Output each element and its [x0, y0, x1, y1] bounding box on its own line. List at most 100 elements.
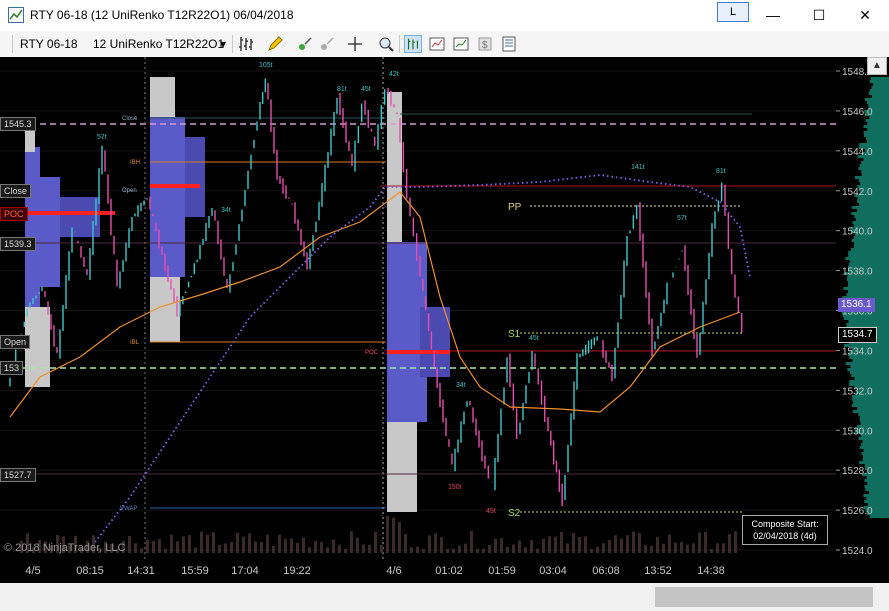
axis-profile-bar	[867, 482, 889, 485]
axis-profile-bar	[854, 377, 889, 380]
volume-bar	[734, 531, 737, 553]
time-label: 06:08	[592, 565, 620, 577]
volume-bar	[440, 537, 443, 553]
axis-profile-bar	[854, 176, 889, 179]
volume-bar	[518, 540, 521, 553]
volume-bar	[314, 540, 317, 553]
instrument-selector[interactable]: RTY 06-18	[20, 35, 78, 53]
minimize-button[interactable]: —	[750, 0, 796, 31]
volume-bar	[596, 546, 599, 553]
maximize-button[interactable]: ☐	[796, 0, 842, 31]
chart-trader-icon[interactable]	[428, 35, 446, 53]
bar-type-dropdown-icon[interactable]: ▾	[220, 35, 226, 53]
window-title: RTY 06-18 (12 UniRenko T12R22O1) 06/04/2…	[30, 8, 294, 22]
axis-profile-bar	[849, 380, 889, 383]
data-box-icon[interactable]	[404, 35, 422, 53]
add-indicator-icon[interactable]	[296, 35, 314, 53]
chart-toolbar: RTY 06-18 12 UniRenko T12R22O1 ▾ $	[0, 31, 889, 58]
tick-count-label: 81t	[337, 86, 347, 93]
volume-bar	[698, 532, 701, 553]
axis-profile-bar	[855, 218, 889, 221]
s2-label: S2	[508, 508, 521, 519]
volume-bar	[338, 544, 341, 553]
axis-profile-bar	[860, 182, 889, 185]
axis-profile-bar	[847, 368, 889, 371]
strategy-icon[interactable]	[318, 35, 336, 53]
zoom-icon[interactable]	[377, 35, 395, 53]
axis-profile-bar	[863, 134, 889, 137]
properties-icon[interactable]	[500, 35, 518, 53]
axis-profile-bar	[859, 416, 889, 419]
axis-profile-bar	[864, 485, 889, 488]
volume-bar	[728, 534, 731, 553]
axis-profile-bar	[865, 98, 889, 101]
axis-profile-bar	[847, 284, 889, 287]
price-tick-label: 1532.0	[842, 386, 873, 397]
composite-start-box: Composite Start: 02/04/2018 (4d)	[742, 515, 828, 545]
axis-profile-bar	[850, 365, 889, 368]
volume-profile-day1	[25, 127, 100, 387]
scrollbar-thumb[interactable]	[655, 587, 873, 607]
tick-count-label: 150t	[448, 484, 462, 491]
volume-bar	[176, 541, 179, 553]
volume-bar	[320, 542, 323, 553]
price-tick-label: 1524.0	[842, 546, 873, 557]
axis-profile-bar	[861, 173, 889, 176]
toolbar-grip	[12, 35, 13, 53]
volume-bar	[356, 537, 359, 553]
tick-count-label: 57t	[97, 134, 107, 141]
link-button[interactable]: L	[717, 2, 749, 22]
axis-profile-bar	[854, 215, 889, 218]
volume-bar	[380, 544, 383, 553]
time-axis[interactable]: 4/5 08:15 14:31 15:59 17:04 19:22 4/6 01…	[0, 561, 889, 583]
volume-bar	[524, 547, 527, 553]
volume-bar	[476, 548, 479, 553]
bar-type-selector[interactable]: 12 UniRenko T12R22O1	[93, 35, 224, 53]
volume-bar	[614, 535, 617, 553]
volume-bar	[200, 531, 203, 553]
drawing-tool-icon[interactable]	[266, 35, 284, 53]
volume-bar	[560, 531, 563, 553]
volume-profile-day3	[387, 92, 450, 512]
chart-app-icon	[8, 7, 24, 23]
chart-panel[interactable]: PP S1 S2 POC Close IBH IBL VWAP Open 105…	[0, 57, 836, 561]
volume-bar	[692, 543, 695, 553]
close-button[interactable]: ✕	[842, 0, 888, 31]
axis-profile-bar	[862, 458, 889, 461]
volume-bar	[158, 539, 161, 553]
price-chart-canvas[interactable]: PP S1 S2 POC Close IBH IBL VWAP Open 105…	[0, 57, 836, 561]
ibl-label: IBL	[130, 340, 140, 346]
volume-bar	[350, 531, 353, 553]
axis-profile-bar	[869, 515, 889, 518]
toolbar-separator-2	[399, 35, 400, 53]
volume-bar	[410, 547, 413, 553]
axis-profile-bar	[865, 137, 889, 140]
volume-bar	[374, 531, 377, 553]
price-tick-label: 1534.0	[842, 346, 873, 357]
axis-profile-bar	[848, 251, 889, 254]
bar-style-icon[interactable]	[238, 35, 256, 53]
crosshair-icon[interactable]	[346, 35, 364, 53]
volume-bar	[164, 548, 167, 553]
price-tick-label: 1542.0	[842, 187, 873, 198]
volume-bar	[128, 535, 131, 553]
volume-bar	[266, 534, 269, 553]
horizontal-scrollbar[interactable]	[0, 583, 889, 611]
axis-profile-bar	[859, 143, 889, 146]
axis-profile-bar	[847, 290, 889, 293]
scroll-up-button[interactable]: ▲	[867, 57, 887, 75]
axis-profile-bar	[843, 287, 889, 290]
chart-display-icon[interactable]	[452, 35, 470, 53]
pp-label: PP	[508, 202, 522, 213]
volume-bars	[20, 515, 737, 553]
dollar-icon[interactable]: $	[476, 35, 494, 53]
toolbar-separator	[232, 35, 233, 53]
tick-count-label: 34t	[221, 207, 231, 214]
poc-label: POC	[365, 350, 379, 356]
volume-bar	[590, 548, 593, 553]
axis-profile-bar	[854, 242, 889, 245]
volume-bar	[326, 547, 329, 553]
volume-bar	[458, 545, 461, 553]
price-axis[interactable]: 1548.0 1546.0 1544.0 1542.0 1540.0 1538.0 1536…	[836, 57, 889, 561]
volume-bar	[272, 545, 275, 553]
